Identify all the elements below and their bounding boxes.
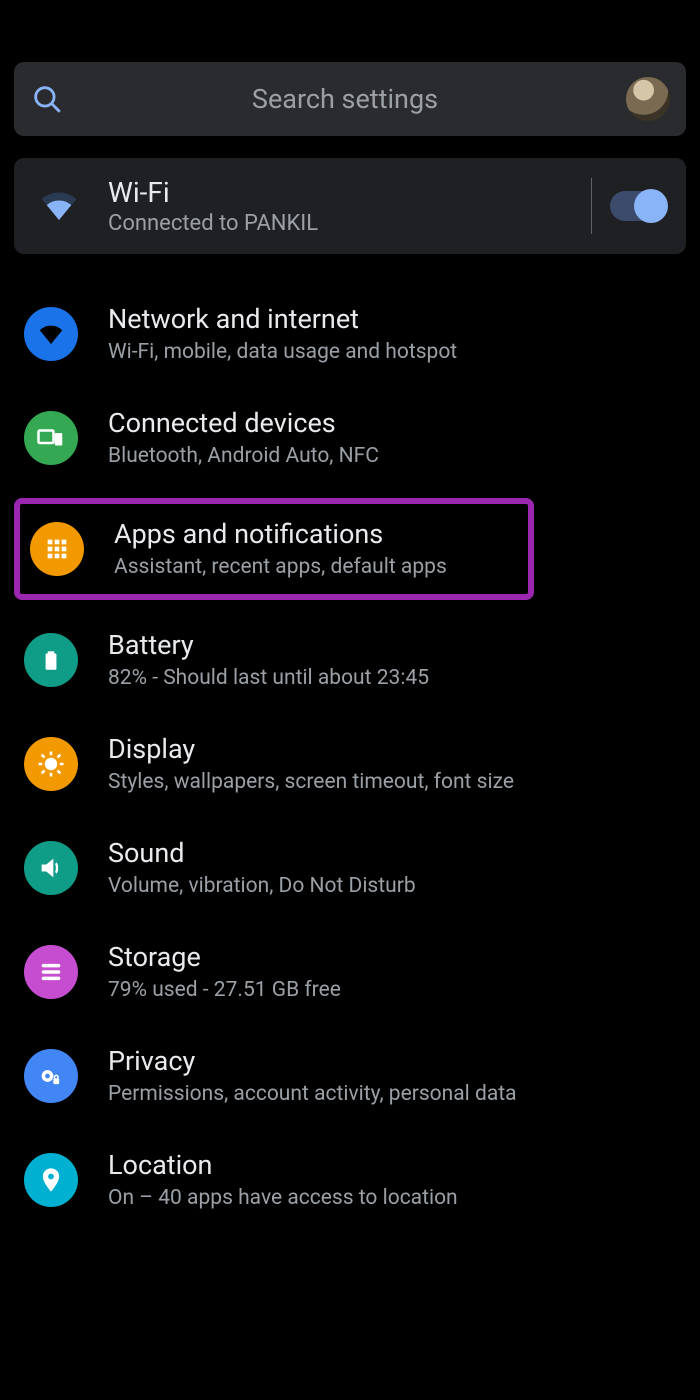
item-title: Apps and notifications <box>114 518 518 552</box>
item-subtitle: Bluetooth, Android Auto, NFC <box>108 443 676 469</box>
highlight-box: Apps and notifications Assistant, recent… <box>14 498 534 600</box>
item-title: Privacy <box>108 1045 676 1079</box>
item-display[interactable]: Display Styles, wallpapers, screen timeo… <box>14 712 686 816</box>
item-subtitle: Assistant, recent apps, default apps <box>114 554 518 580</box>
item-storage[interactable]: Storage 79% used - 27.51 GB free <box>14 920 686 1024</box>
item-subtitle: 82% - Should last until about 23:45 <box>108 665 676 691</box>
search-placeholder: Search settings <box>64 83 626 115</box>
item-sound[interactable]: Sound Volume, vibration, Do Not Disturb <box>14 816 686 920</box>
apps-icon <box>30 522 84 576</box>
item-battery[interactable]: Battery 82% - Should last until about 23… <box>14 608 686 712</box>
settings-screen: Search settings Wi-Fi Connected to PANKI… <box>0 0 700 1232</box>
wifi-quick-card[interactable]: Wi-Fi Connected to PANKIL <box>14 158 686 254</box>
wifi-title: Wi-Fi <box>108 176 579 209</box>
item-subtitle: Volume, vibration, Do Not Disturb <box>108 873 676 899</box>
item-apps-notifications[interactable]: Apps and notifications Assistant, recent… <box>20 506 528 592</box>
location-icon <box>24 1153 78 1207</box>
wifi-text: Wi-Fi Connected to PANKIL <box>108 176 579 236</box>
profile-avatar[interactable] <box>626 77 670 121</box>
item-subtitle: Styles, wallpapers, screen timeout, font… <box>108 769 676 795</box>
storage-icon <box>24 945 78 999</box>
item-title: Connected devices <box>108 407 676 441</box>
devices-icon <box>24 411 78 465</box>
battery-icon <box>24 633 78 687</box>
privacy-icon <box>24 1049 78 1103</box>
item-title: Network and internet <box>108 303 676 337</box>
item-title: Battery <box>108 629 676 663</box>
item-title: Storage <box>108 941 676 975</box>
item-title: Location <box>108 1149 676 1183</box>
item-subtitle: On – 40 apps have access to location <box>108 1185 676 1211</box>
toggle-knob <box>634 189 668 223</box>
item-privacy[interactable]: Privacy Permissions, account activity, p… <box>14 1024 686 1128</box>
settings-list: Network and internet Wi-Fi, mobile, data… <box>14 282 686 1232</box>
wifi-toggle[interactable] <box>610 191 666 221</box>
display-icon <box>24 737 78 791</box>
divider <box>591 178 592 234</box>
wifi-subtitle: Connected to PANKIL <box>108 211 579 236</box>
item-title: Display <box>108 733 676 767</box>
item-subtitle: Permissions, account activity, personal … <box>108 1081 676 1107</box>
item-location[interactable]: Location On – 40 apps have access to loc… <box>14 1128 686 1232</box>
item-network[interactable]: Network and internet Wi-Fi, mobile, data… <box>14 282 686 386</box>
wifi-icon <box>34 181 84 231</box>
item-subtitle: 79% used - 27.51 GB free <box>108 977 676 1003</box>
search-bar[interactable]: Search settings <box>14 62 686 136</box>
item-connected-devices[interactable]: Connected devices Bluetooth, Android Aut… <box>14 386 686 490</box>
item-title: Sound <box>108 837 676 871</box>
sound-icon <box>24 841 78 895</box>
item-subtitle: Wi-Fi, mobile, data usage and hotspot <box>108 339 676 365</box>
wifi-icon <box>24 307 78 361</box>
search-icon <box>30 82 64 116</box>
